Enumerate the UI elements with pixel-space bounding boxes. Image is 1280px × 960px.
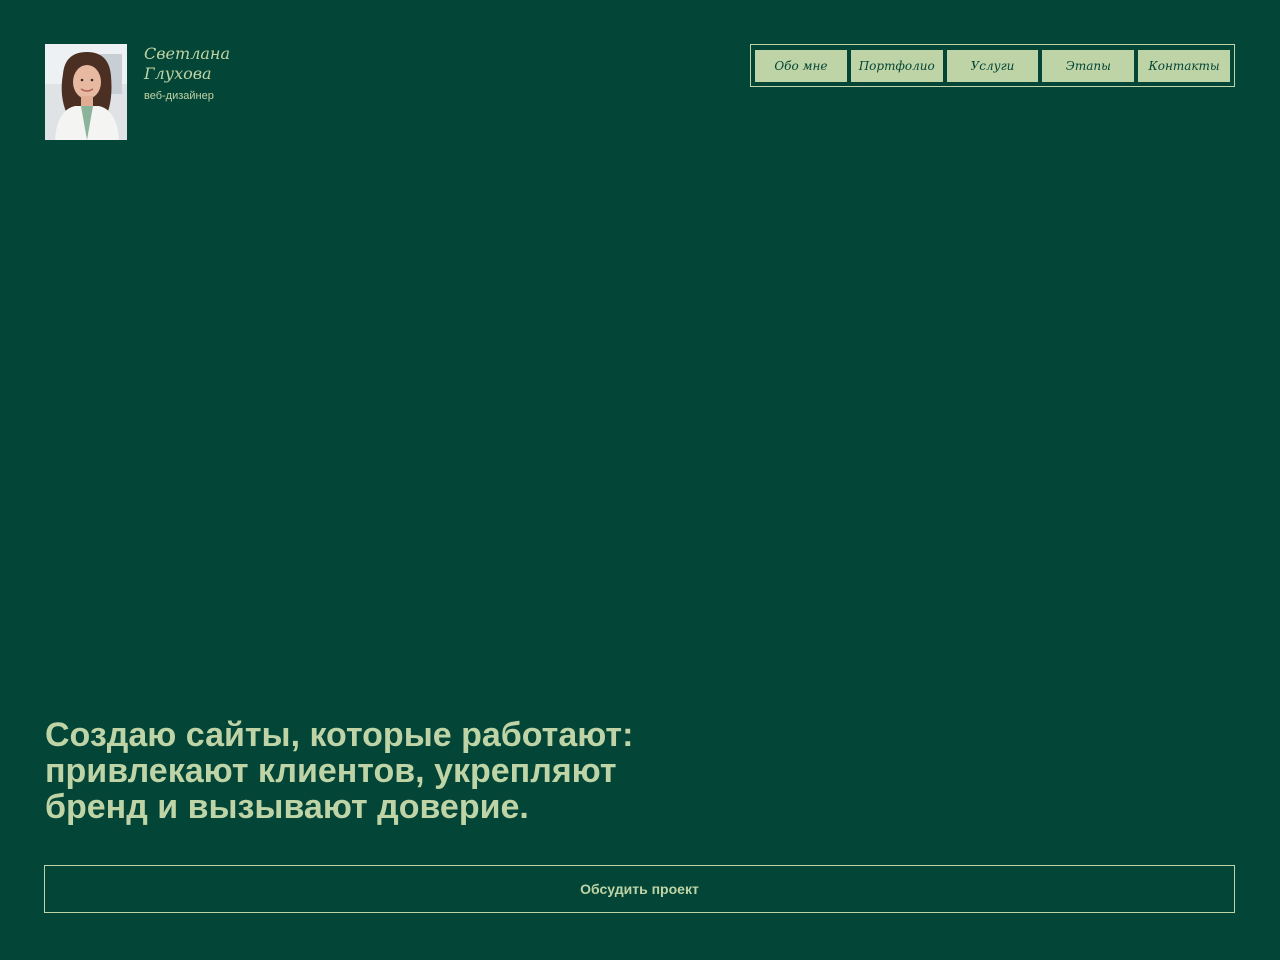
profile-role: веб-дизайнер <box>144 90 214 102</box>
nav-item-about[interactable]: Обо мне <box>755 49 847 82</box>
hero-title-line: бренд и вызывают доверие. <box>45 788 529 826</box>
nav-item-stages[interactable]: Этапы <box>1042 49 1135 82</box>
hero-title-line: Создаю сайты, которые работают: <box>45 716 634 754</box>
hero-title-line: привлекают клиентов, укрепляют <box>45 752 617 790</box>
avatar <box>45 44 127 140</box>
main-nav: Обо мне Портфолио Услуги Этапы Контакты <box>750 44 1235 87</box>
nav-item-contacts[interactable]: Контакты <box>1138 49 1230 82</box>
discuss-project-button[interactable]: Обсудить проект <box>44 865 1235 913</box>
hero-title: Создаю сайты, которые работают: привлека… <box>45 717 725 825</box>
profile-name: Светлана Глухова <box>144 44 230 83</box>
nav-item-services[interactable]: Услуги <box>946 49 1039 82</box>
nav-item-portfolio[interactable]: Портфолио <box>850 49 943 82</box>
profile-photo <box>45 44 127 140</box>
